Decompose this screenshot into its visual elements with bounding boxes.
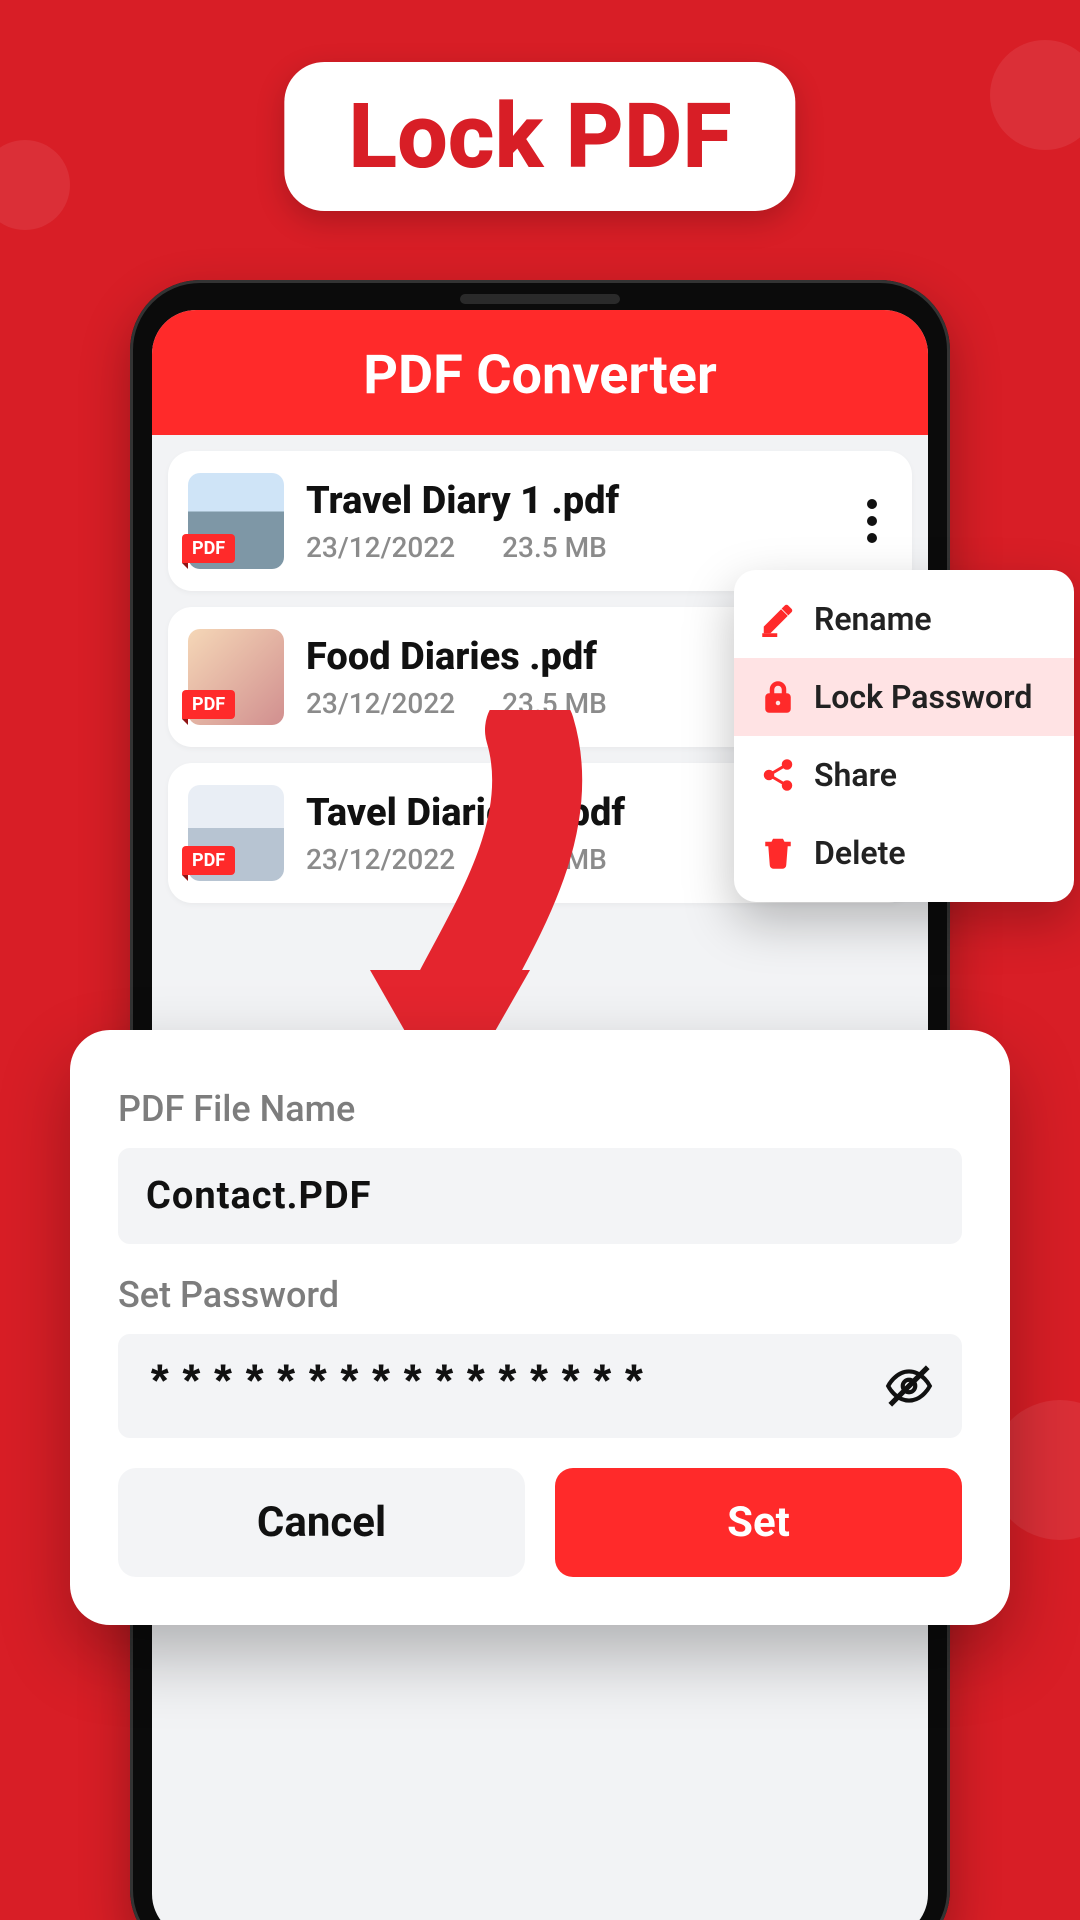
password-label: Set Password — [118, 1274, 962, 1316]
menu-item-label: Rename — [814, 600, 932, 638]
share-icon — [760, 757, 796, 793]
file-thumbnail: PDF — [188, 473, 284, 569]
file-size: 23.5 MB — [502, 687, 607, 720]
trash-icon — [760, 835, 796, 871]
file-date: 23/12/2022 — [306, 843, 455, 876]
promo-banner: Lock PDF — [284, 62, 795, 211]
pdf-badge: PDF — [182, 846, 235, 875]
menu-rename[interactable]: Rename — [734, 580, 1074, 658]
menu-delete[interactable]: Delete — [734, 814, 1074, 892]
filename-input[interactable]: Contact.PDF — [118, 1148, 962, 1244]
file-thumbnail: PDF — [188, 785, 284, 881]
filename-value: Contact.PDF — [146, 1174, 934, 1218]
file-thumbnail: PDF — [188, 629, 284, 725]
eye-off-icon[interactable] — [884, 1361, 934, 1411]
file-meta: 23/12/2022 23.5 MB — [306, 531, 830, 564]
set-button[interactable]: Set — [555, 1468, 962, 1577]
promo-banner-title: Lock PDF — [348, 84, 731, 189]
file-size: 23.5 MB — [502, 531, 607, 564]
file-date: 23/12/2022 — [306, 687, 455, 720]
password-input[interactable]: **************** — [118, 1334, 962, 1438]
menu-share[interactable]: Share — [734, 736, 1074, 814]
button-label: Set — [727, 1498, 790, 1547]
file-name: Travel Diary 1 .pdf — [306, 479, 830, 523]
menu-item-label: Delete — [814, 834, 906, 872]
lock-password-dialog: PDF File Name Contact.PDF Set Password *… — [70, 1030, 1010, 1625]
context-menu: Rename Lock Password Share Delete — [734, 570, 1074, 902]
lock-icon — [760, 679, 796, 715]
pdf-badge: PDF — [182, 690, 235, 719]
filename-label: PDF File Name — [118, 1088, 962, 1130]
file-date: 23/12/2022 — [306, 531, 455, 564]
cancel-button[interactable]: Cancel — [118, 1468, 525, 1577]
button-label: Cancel — [257, 1498, 386, 1547]
file-info: Travel Diary 1 .pdf 23/12/2022 23.5 MB — [306, 479, 830, 564]
menu-lock-password[interactable]: Lock Password — [734, 658, 1074, 736]
pdf-badge: PDF — [182, 534, 235, 563]
password-value: **************** — [146, 1360, 884, 1412]
app-title: PDF Converter — [152, 310, 928, 435]
file-size: 23.5 MB — [502, 843, 607, 876]
more-menu-button[interactable] — [852, 492, 892, 550]
menu-item-label: Lock Password — [814, 678, 1032, 716]
menu-item-label: Share — [814, 756, 897, 794]
pencil-icon — [760, 601, 796, 637]
